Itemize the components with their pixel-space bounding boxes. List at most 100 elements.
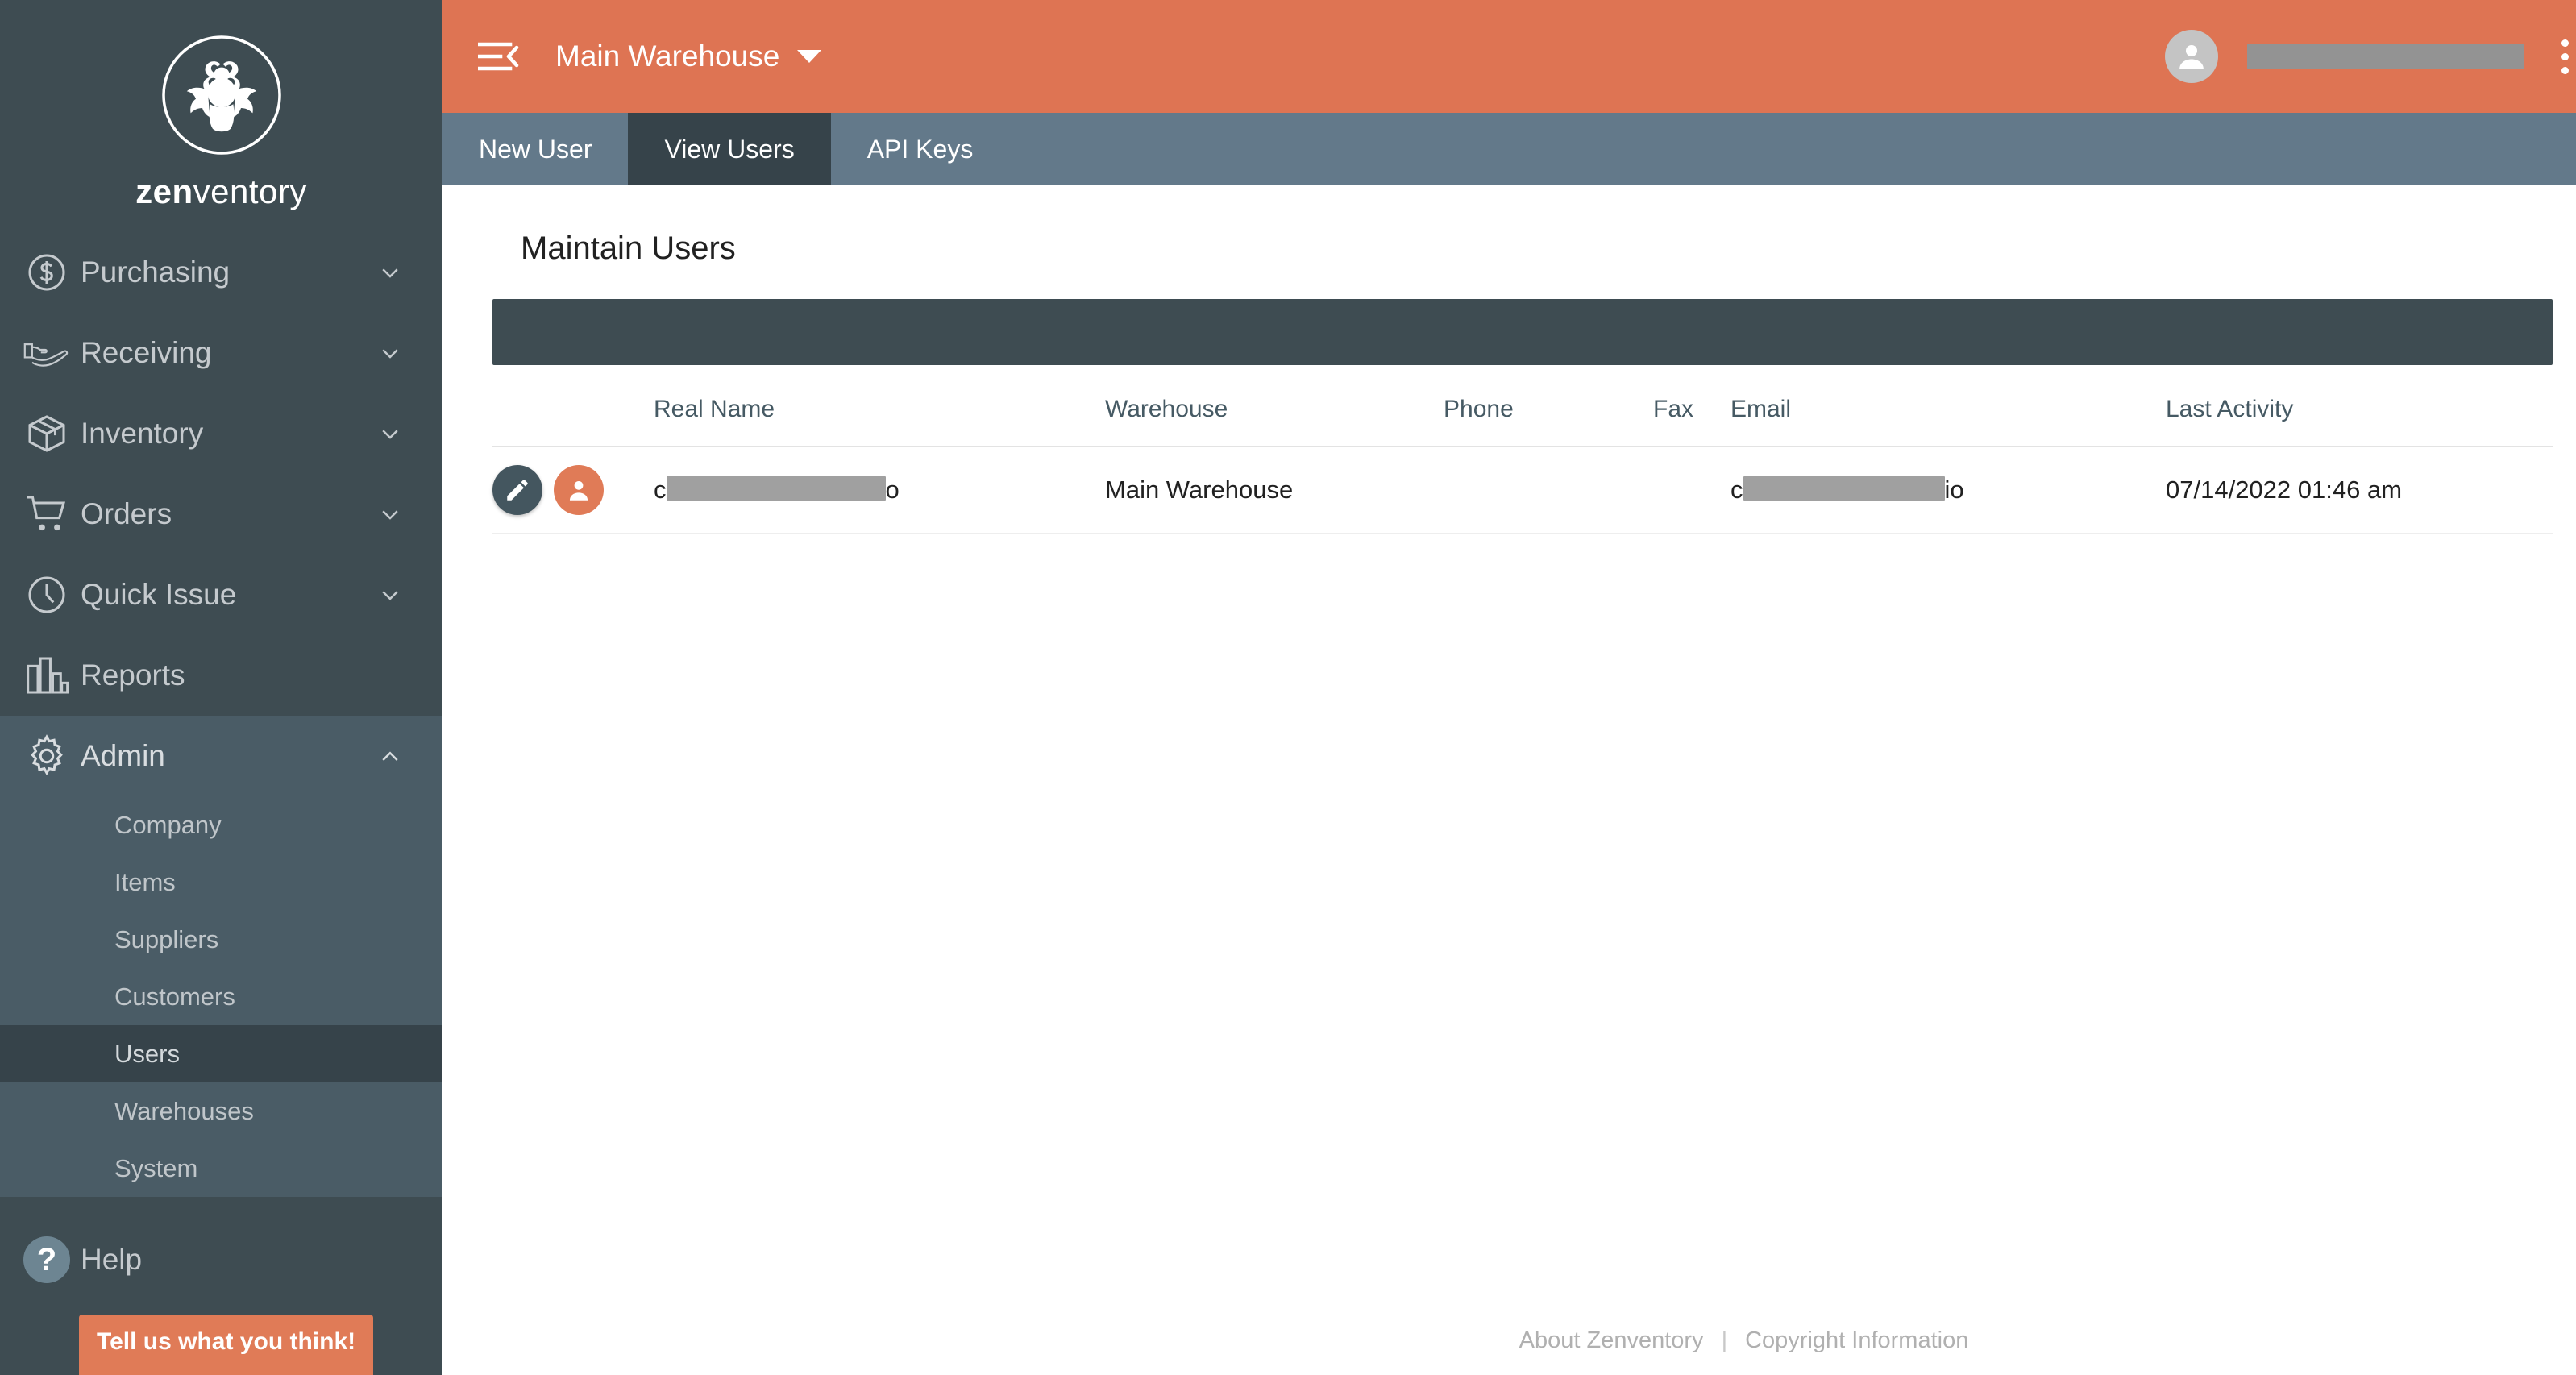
column-header-warehouse[interactable]: Warehouse: [1105, 372, 1444, 447]
feedback-button[interactable]: Tell us what you think!: [79, 1315, 374, 1375]
admin-submenu: Company Items Suppliers Customers Users …: [0, 796, 442, 1197]
hand-package-icon: [13, 335, 81, 371]
cell-fax: [1653, 447, 1730, 534]
sidebar-item-help[interactable]: ? Help: [0, 1219, 442, 1300]
kebab-menu-icon[interactable]: [2557, 35, 2574, 79]
tab-api-keys[interactable]: API Keys: [831, 113, 1010, 185]
chevron-down-icon: [378, 422, 402, 446]
tab-new-user[interactable]: New User: [442, 113, 628, 185]
brand-wordmark-light: ventory: [193, 172, 307, 210]
table-toolbar[interactable]: [492, 299, 2553, 365]
sidebar-subitem-company[interactable]: Company: [0, 796, 442, 854]
user-avatar-icon[interactable]: [554, 465, 604, 515]
sidebar: zenventory Purchasing Receiving Inventor…: [0, 0, 442, 1375]
sidebar-item-label: Help: [81, 1243, 143, 1276]
dollar-circle-icon: [13, 250, 81, 295]
main-area: Main Warehouse New User View Users API K…: [442, 0, 2576, 1375]
avatar[interactable]: [2165, 30, 2218, 83]
column-header-last-activity[interactable]: Last Activity: [2166, 372, 2553, 447]
box-icon: [13, 411, 81, 456]
sidebar-item-label: Orders: [81, 497, 172, 530]
copyright-information-link[interactable]: Copyright Information: [1745, 1327, 1968, 1354]
sidebar-subitem-label: System: [114, 1153, 198, 1182]
sidebar-item-orders[interactable]: Orders: [0, 474, 442, 555]
sidebar-subitem-label: Items: [114, 867, 176, 896]
brand-wordmark-bold: zen: [135, 172, 193, 210]
footer-separator: |: [1721, 1327, 1728, 1353]
brand-logo[interactable]: zenventory: [0, 0, 442, 232]
sidebar-item-purchasing[interactable]: Purchasing: [0, 232, 442, 313]
sidebar-subitem-customers[interactable]: Customers: [0, 968, 442, 1025]
users-table: Real Name Warehouse Phone Fax Email Last…: [492, 372, 2553, 534]
column-header-actions[interactable]: [492, 372, 654, 447]
bar-chart-icon: [13, 654, 81, 696]
sidebar-item-inventory[interactable]: Inventory: [0, 393, 442, 474]
sidebar-item-receiving[interactable]: Receiving: [0, 313, 442, 393]
tab-bar: New User View Users API Keys: [442, 113, 2576, 185]
sidebar-subitem-label: Company: [114, 810, 222, 839]
sidebar-item-label: Reports: [81, 658, 185, 692]
column-header-email[interactable]: Email: [1730, 372, 2166, 447]
sidebar-item-quick-issue[interactable]: Quick Issue: [0, 555, 442, 635]
users-table-head: Real Name Warehouse Phone Fax Email Last…: [492, 372, 2553, 447]
pencil-icon[interactable]: [492, 465, 542, 515]
chevron-down-icon: [378, 502, 402, 526]
sidebar-subitem-suppliers[interactable]: Suppliers: [0, 911, 442, 968]
menu-collapse-icon[interactable]: [478, 39, 520, 73]
sidebar-subitem-items[interactable]: Items: [0, 854, 442, 911]
content-panel: Maintain Users Real Name Warehouse Phone…: [442, 185, 2576, 1375]
sidebar-item-reports[interactable]: Reports: [0, 635, 442, 716]
page-title: Maintain Users: [521, 231, 736, 266]
real-name-prefix: c: [654, 476, 667, 504]
column-header-fax[interactable]: Fax: [1653, 372, 1730, 447]
sidebar-subitem-warehouses[interactable]: Warehouses: [0, 1082, 442, 1140]
chevron-up-icon: [378, 744, 402, 768]
app-root: zenventory Purchasing Receiving Inventor…: [0, 0, 2576, 1375]
column-header-real-name[interactable]: Real Name: [654, 372, 1105, 447]
sidebar-item-label: Quick Issue: [81, 578, 237, 611]
table-row[interactable]: co Main Warehouse c io 07/14/2022 01:46 a…: [492, 447, 2553, 534]
top-header-right: [2165, 30, 2576, 83]
email-redacted: [1743, 476, 1945, 501]
shopping-cart-icon: [13, 492, 81, 537]
table-header-row: Real Name Warehouse Phone Fax Email Last…: [492, 372, 2553, 447]
sidebar-item-label: Purchasing: [81, 255, 231, 289]
top-header: Main Warehouse: [442, 0, 2576, 113]
warehouse-selector[interactable]: Main Warehouse: [555, 39, 822, 73]
cell-actions: [492, 447, 654, 534]
sidebar-subitem-label: Suppliers: [114, 924, 219, 953]
chevron-down-icon: [378, 260, 402, 285]
real-name-suffix: o: [885, 476, 900, 504]
footer: About Zenventory | Copyright Information: [885, 1306, 2576, 1375]
about-zenventory-link[interactable]: About Zenventory: [1519, 1327, 1704, 1354]
question-mark-icon: ?: [13, 1236, 81, 1283]
email-suffix: io: [1944, 476, 1964, 504]
zenventory-bug-logo-icon: [157, 31, 286, 160]
help-badge: ?: [23, 1236, 70, 1283]
cell-real-name: co: [654, 447, 1105, 534]
row-action-group: [492, 465, 654, 515]
cell-email: c io: [1730, 447, 2166, 534]
users-table-body: co Main Warehouse c io 07/14/2022 01:46 a…: [492, 447, 2553, 534]
cell-warehouse: Main Warehouse: [1105, 447, 1444, 534]
sidebar-item-label: Inventory: [81, 417, 204, 450]
real-name-redacted: [666, 476, 886, 501]
sidebar-item-label: Admin: [81, 739, 165, 772]
tab-view-users[interactable]: View Users: [628, 113, 831, 185]
chevron-down-icon: [378, 341, 402, 365]
cell-phone: [1444, 447, 1653, 534]
chevron-down-icon: [378, 583, 402, 607]
sidebar-subitem-label: Users: [114, 1039, 180, 1068]
user-name-redacted: [2247, 44, 2524, 69]
warehouse-selected-label: Main Warehouse: [555, 39, 780, 73]
sidebar-item-admin[interactable]: Admin: [0, 716, 442, 796]
sidebar-subitem-system[interactable]: System: [0, 1140, 442, 1197]
column-header-phone[interactable]: Phone: [1444, 372, 1653, 447]
sidebar-item-label: Receiving: [81, 336, 212, 369]
sidebar-nav: Purchasing Receiving Inventory Orders Qu…: [0, 232, 442, 1300]
brand-wordmark: zenventory: [135, 172, 307, 211]
sidebar-subitem-users[interactable]: Users: [0, 1025, 442, 1082]
clock-icon: [13, 572, 81, 617]
sidebar-subitem-label: Customers: [114, 982, 235, 1011]
caret-down-icon: [797, 50, 822, 63]
